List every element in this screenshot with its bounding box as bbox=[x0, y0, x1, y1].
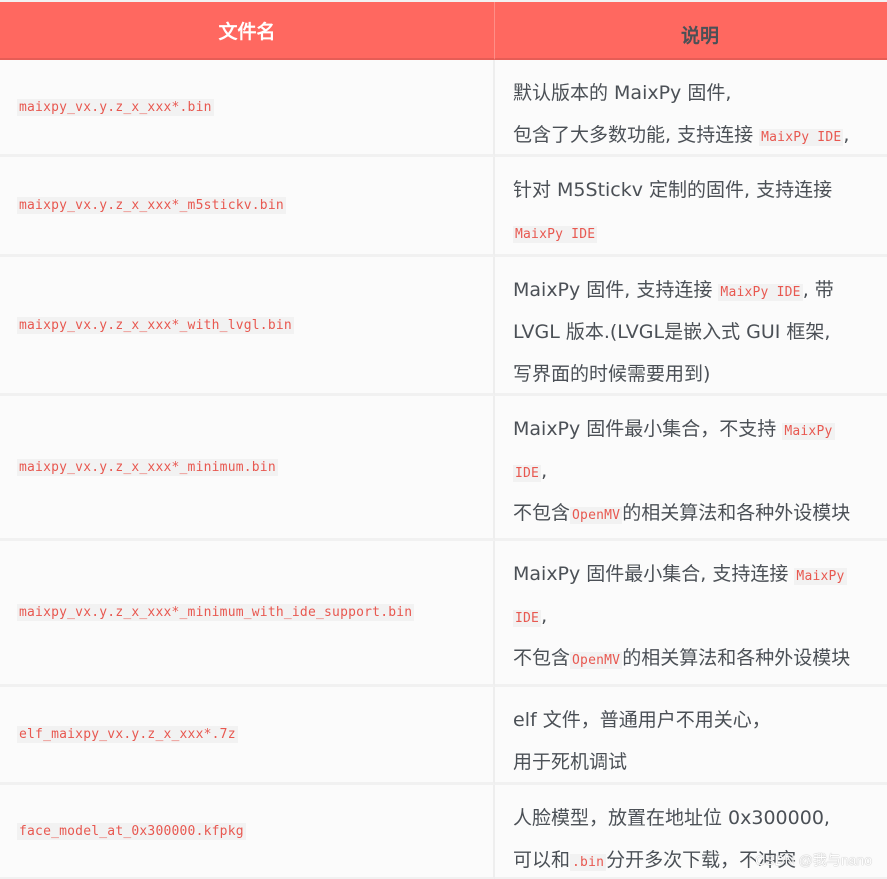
description-line: IDE, bbox=[513, 450, 887, 492]
description-text: 写界面的时候需要用到) bbox=[513, 363, 711, 385]
inline-code: IDE bbox=[513, 610, 542, 627]
table-cell-filename: maixpy_vx.y.z_x_xxx*.bin bbox=[0, 60, 495, 157]
description-line: MaixPy 固件, 支持连接 MaixPy IDE, 带 bbox=[513, 269, 887, 311]
inline-code: MaixPy IDE bbox=[718, 284, 803, 301]
description-text: 可以和 bbox=[513, 849, 571, 871]
description-text: MaixPy 固件, 支持连接 bbox=[513, 279, 719, 301]
filename-code: maixpy_vx.y.z_x_xxx*_minimum.bin bbox=[17, 458, 278, 476]
description-text: 默认版本的 MaixPy 固件, bbox=[513, 82, 732, 104]
inline-code: MaixPy IDE bbox=[759, 129, 844, 146]
inline-code: MaixPy bbox=[794, 568, 847, 585]
inline-code: OpenMV bbox=[570, 507, 623, 524]
table-cell-description: 默认版本的 MaixPy 固件, 包含了大多数功能, 支持连接 MaixPy ID… bbox=[495, 60, 887, 157]
table-cell-description: elf 文件，普通用户不用关心， 用于死机调试 bbox=[495, 687, 887, 785]
description-line: 可以和 .bin 分开多次下载，不冲突 bbox=[513, 839, 887, 879]
description-text: , 带 bbox=[802, 279, 834, 301]
filename-code: maixpy_vx.y.z_x_xxx*_with_lvgl.bin bbox=[17, 316, 294, 334]
filename-code: maixpy_vx.y.z_x_xxx*_minimum_with_ide_su… bbox=[17, 604, 415, 621]
page: 文件名 说明 maixpy_vx.y.z_x_xxx*.bin 默认版本的 Mai… bbox=[0, 0, 887, 879]
description-text: 的相关算法和各种外设模块 bbox=[622, 647, 851, 669]
description-line: MaixPy 固件最小集合, 支持连接 MaixPy bbox=[513, 553, 887, 595]
table-cell-filename: maixpy_vx.y.z_x_xxx*_with_lvgl.bin bbox=[0, 257, 495, 396]
description-line: 用于死机调试 bbox=[513, 741, 887, 783]
table-cell-description: 针对 M5Stickv 定制的固件, 支持连接 MaixPy IDE bbox=[495, 157, 887, 257]
description-line: 写界面的时候需要用到) bbox=[513, 353, 887, 395]
description-text: 针对 M5Stickv 定制的固件, 支持连接 bbox=[513, 179, 833, 201]
description-text: LVGL 版本.(LVGL是嵌入式 GUI 框架, bbox=[513, 321, 831, 343]
filename-code: maixpy_vx.y.z_x_xxx*.bin bbox=[17, 98, 214, 116]
description-text: 不包含 bbox=[513, 502, 571, 524]
description-text: MaixPy 固件最小集合，不支持 bbox=[513, 418, 783, 440]
description-text: , bbox=[843, 124, 850, 146]
description-line: elf 文件，普通用户不用关心， bbox=[513, 699, 887, 741]
description-text: 人脸模型，放置在地址位 0x300000, bbox=[513, 807, 830, 829]
description-text: 用于死机调试 bbox=[513, 751, 628, 773]
description-line: 默认版本的 MaixPy 固件, bbox=[513, 72, 887, 114]
description-line: IDE, bbox=[513, 595, 887, 637]
description-text: 的相关算法和各种外设模块 bbox=[622, 502, 851, 524]
description-line: 人脸模型，放置在地址位 0x300000, bbox=[513, 797, 887, 839]
description-line: MaixPy 固件最小集合，不支持 MaixPy bbox=[513, 408, 887, 450]
inline-code: .bin bbox=[570, 854, 607, 871]
table-cell-filename: maixpy_vx.y.z_x_xxx*_m5stickv.bin bbox=[0, 157, 495, 257]
description-text: , bbox=[541, 460, 548, 482]
description-line: MaixPy IDE bbox=[513, 211, 887, 253]
description-text: elf 文件，普通用户不用关心， bbox=[513, 709, 771, 731]
filename-code: face_model_at_0x300000.kfpkg bbox=[17, 822, 246, 840]
column-header-filename: 文件名 bbox=[0, 2, 495, 60]
inline-code: OpenMV bbox=[570, 652, 623, 669]
description-text: 分开多次下载，不冲突 bbox=[606, 849, 797, 871]
filename-code: elf_maixpy_vx.y.z_x_xxx*.7z bbox=[17, 726, 238, 743]
table-cell-description: MaixPy 固件, 支持连接 MaixPy IDE, 带 LVGL 版本.(LV… bbox=[495, 257, 887, 396]
description-text: 不包含 bbox=[513, 647, 571, 669]
filename-code: maixpy_vx.y.z_x_xxx*_m5stickv.bin bbox=[17, 197, 286, 214]
description-line: 包含了大多数功能, 支持连接 MaixPy IDE, bbox=[513, 114, 887, 156]
table-cell-description: 人脸模型，放置在地址位 0x300000, 可以和 .bin 分开多次下载，不冲突 bbox=[495, 785, 887, 879]
table-cell-filename: maixpy_vx.y.z_x_xxx*_minimum_with_ide_su… bbox=[0, 541, 495, 687]
description-line: 不包含 OpenMV 的相关算法和各种外设模块 bbox=[513, 492, 887, 534]
firmware-table: 文件名 说明 maixpy_vx.y.z_x_xxx*.bin 默认版本的 Mai… bbox=[0, 0, 887, 879]
column-header-description: 说明 bbox=[495, 2, 887, 60]
inline-code: IDE bbox=[513, 465, 542, 482]
table-cell-description: MaixPy 固件最小集合, 支持连接 MaixPy IDE, 不包含 OpenMV 的… bbox=[495, 541, 887, 687]
table-cell-filename: face_model_at_0x300000.kfpkg bbox=[0, 785, 495, 879]
inline-code: MaixPy IDE bbox=[513, 226, 598, 243]
table-cell-filename: maixpy_vx.y.z_x_xxx*_minimum.bin bbox=[0, 396, 495, 541]
description-text: , bbox=[541, 605, 548, 627]
description-line: LVGL 版本.(LVGL是嵌入式 GUI 框架, bbox=[513, 311, 887, 353]
table-cell-description: MaixPy 固件最小集合，不支持 MaixPy IDE, 不包含 OpenMV 的相关… bbox=[495, 396, 887, 541]
inline-code: MaixPy bbox=[782, 423, 835, 440]
description-line: 不包含 OpenMV 的相关算法和各种外设模块 bbox=[513, 637, 887, 679]
description-line: 针对 M5Stickv 定制的固件, 支持连接 bbox=[513, 169, 887, 211]
description-text: 包含了大多数功能, 支持连接 bbox=[513, 124, 760, 146]
description-text: MaixPy 固件最小集合, 支持连接 bbox=[513, 563, 795, 585]
table-cell-filename: elf_maixpy_vx.y.z_x_xxx*.7z bbox=[0, 687, 495, 785]
